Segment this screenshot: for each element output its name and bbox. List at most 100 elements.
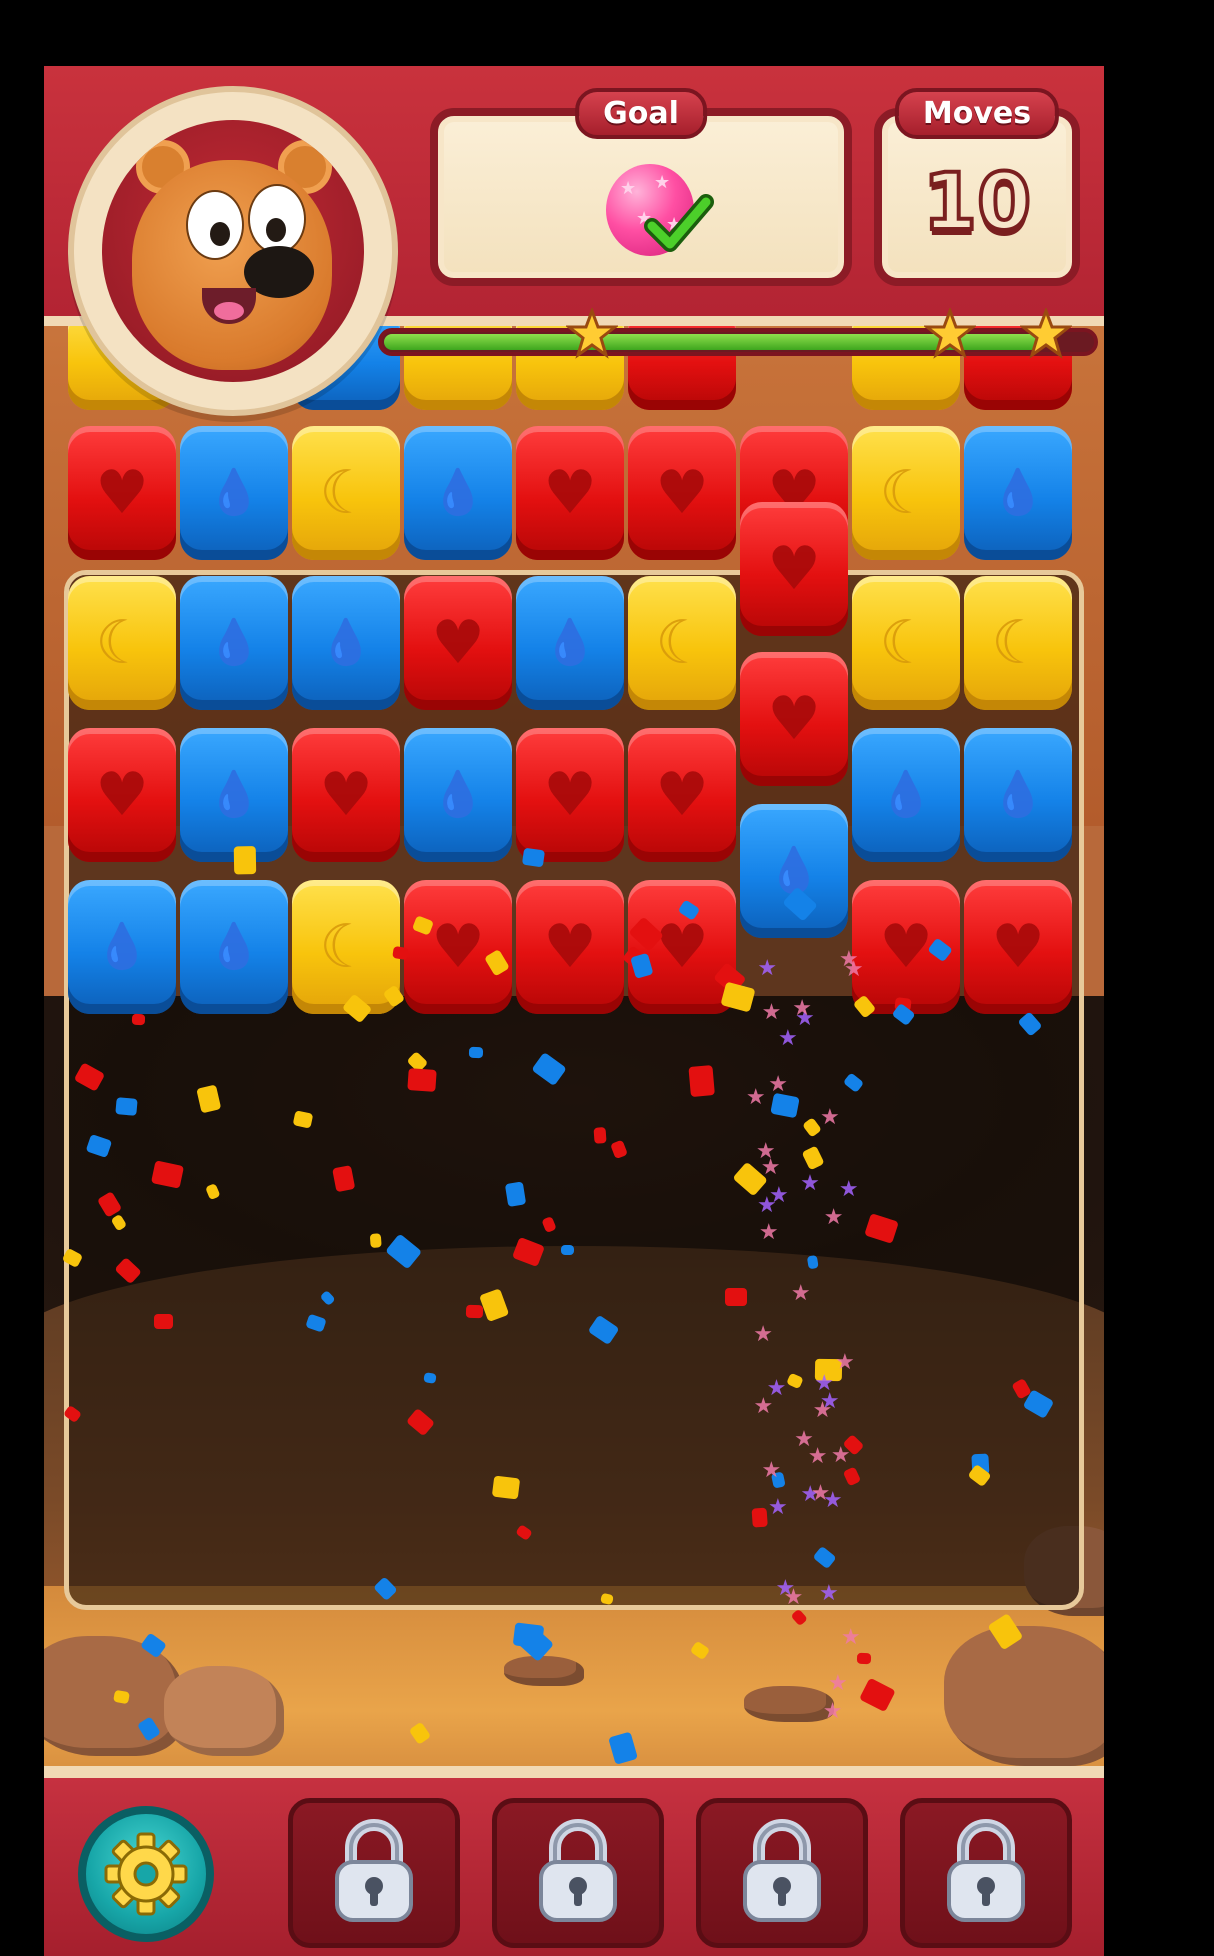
red-heart-tile[interactable]: ♥ [628,728,736,862]
moon-icon: ☾ [879,458,933,528]
droplet-icon: 💧 [542,617,598,668]
goal-label: Goal [575,88,707,139]
heart-icon: ♥ [767,684,821,754]
tile-shard [332,1165,356,1193]
settings-button[interactable] [78,1806,214,1942]
blue-droplet-tile[interactable]: 💧 [404,728,512,862]
droplet-icon: 💧 [206,769,262,820]
heart-icon: ♥ [431,608,485,678]
sparkle-star: ★ [807,1443,828,1469]
sparkle-star: ★ [830,1443,851,1469]
sparkle-star: ★ [761,1458,782,1484]
star-icon [1020,308,1072,359]
lock-icon [329,1816,419,1930]
moon-icon: ☾ [655,608,709,678]
blue-droplet-tile[interactable]: 💧 [68,880,176,1014]
yellow-moon-tile[interactable]: ☾ [852,426,960,560]
sparkle-star: ★ [820,1104,840,1130]
droplet-icon: 💧 [94,921,150,972]
heart-icon: ♥ [431,912,485,982]
blue-droplet-tile[interactable]: 💧 [516,576,624,710]
heart-icon: ♥ [655,912,709,982]
droplet-icon: 💧 [766,845,822,896]
moves-label: Moves [894,88,1060,139]
yellow-moon-tile[interactable]: ☾ [964,576,1072,710]
star-icon [566,308,618,359]
tile-shard [115,1096,138,1116]
heart-icon: ♥ [543,760,597,830]
heart-icon: ♥ [95,760,149,830]
blue-droplet-tile[interactable]: 💧 [852,728,960,862]
droplet-icon: 💧 [206,921,262,972]
sparkle-star: ★ [757,955,778,981]
locked-booster-slot-2[interactable] [492,1798,664,1948]
tile-shard [512,1621,544,1649]
bear-character-icon [102,120,364,382]
red-heart-tile[interactable]: ♥ [68,728,176,862]
sparkle-star: ★ [838,947,859,973]
sparkle-star: ★ [768,1182,789,1208]
yellow-moon-tile[interactable]: ☾ [852,576,960,710]
red-heart-tile[interactable]: ♥ [740,502,848,636]
tile-shard [521,847,545,868]
red-heart-tile[interactable]: ♥ [516,728,624,862]
heart-icon: ♥ [319,760,373,830]
red-heart-tile[interactable]: ♥ [516,426,624,560]
tile-shard [468,1046,483,1059]
red-heart-tile[interactable]: ♥ [292,728,400,862]
heart-icon: ♥ [543,912,597,982]
blue-droplet-tile[interactable]: 💧 [180,728,288,862]
top-hud: Goal ★ ★ ★ ★ Moves 10 [44,66,1104,416]
red-heart-tile[interactable]: ♥ [516,880,624,1014]
moon-icon: ☾ [991,608,1045,678]
heart-icon: ♥ [879,912,933,982]
tile-shard [154,1313,174,1329]
tile-shard [370,1233,382,1248]
sparkle-star: ★ [834,1349,855,1375]
tile-shard [805,1254,819,1270]
tile-shard [465,1304,483,1319]
yellow-moon-tile[interactable]: ☾ [628,576,736,710]
sparkle-star: ★ [792,996,813,1022]
red-heart-tile[interactable]: ♥ [68,426,176,560]
red-heart-tile[interactable]: ♥ [404,576,512,710]
red-heart-tile[interactable]: ♥ [404,880,512,1014]
blue-droplet-tile[interactable]: 💧 [180,880,288,1014]
star-icon [924,308,976,359]
score-progress-bar [378,308,1098,359]
blue-droplet-tile[interactable]: 💧 [404,426,512,560]
sparkle-star: ★ [823,1205,844,1231]
blue-droplet-tile[interactable]: 💧 [740,804,848,938]
sparkle-star: ★ [840,1625,861,1651]
blue-droplet-tile[interactable]: 💧 [180,426,288,560]
blue-droplet-tile[interactable]: 💧 [292,576,400,710]
blue-droplet-tile[interactable]: 💧 [964,728,1072,862]
tile-shard [688,1065,715,1097]
tile-shard [132,1013,147,1025]
red-heart-tile[interactable]: ♥ [628,426,736,560]
locked-booster-slot-4[interactable] [900,1798,1072,1948]
sparkle-star: ★ [812,1398,833,1424]
heart-icon: ♥ [655,458,709,528]
sparkle-star: ★ [775,1575,796,1601]
yellow-moon-tile[interactable]: ☾ [292,426,400,560]
avatar [68,86,398,416]
locked-booster-slot-1[interactable] [288,1798,460,1948]
moves-counter: 10 [921,156,1034,250]
sparkle-star: ★ [838,1176,859,1202]
moon-icon: ☾ [95,608,149,678]
yellow-moon-tile[interactable]: ☾ [68,576,176,710]
blue-droplet-tile[interactable]: 💧 [964,426,1072,560]
red-heart-tile[interactable]: ♥ [740,652,848,786]
goal-panel: Goal ★ ★ ★ ★ [430,88,852,286]
sparkle-star: ★ [822,1488,843,1514]
locked-booster-slot-3[interactable] [696,1798,868,1948]
red-heart-tile[interactable]: ♥ [964,880,1072,1014]
sparkle-star: ★ [745,1084,766,1110]
moon-icon: ☾ [879,608,933,678]
blue-droplet-tile[interactable]: 💧 [180,576,288,710]
game-screen: ♥ ☾ ♥ 💧 💧 💧 💧 💧 ☾ 💧 ♥ ☾ 💧 ♥ 💧 ♥ ♥ 💧 ♥ ♥ ♥ ☾ ♥ ♥ ♥ ♥ ♥ 💧 ☾ ☾ 💧 ♥ 💧 ☾ 💧 ♥ ★ ★ ★… [44,66,1104,1956]
droplet-icon: 💧 [430,769,486,820]
tile-shard [423,1372,437,1384]
sparkle-star: ★ [768,1495,788,1521]
